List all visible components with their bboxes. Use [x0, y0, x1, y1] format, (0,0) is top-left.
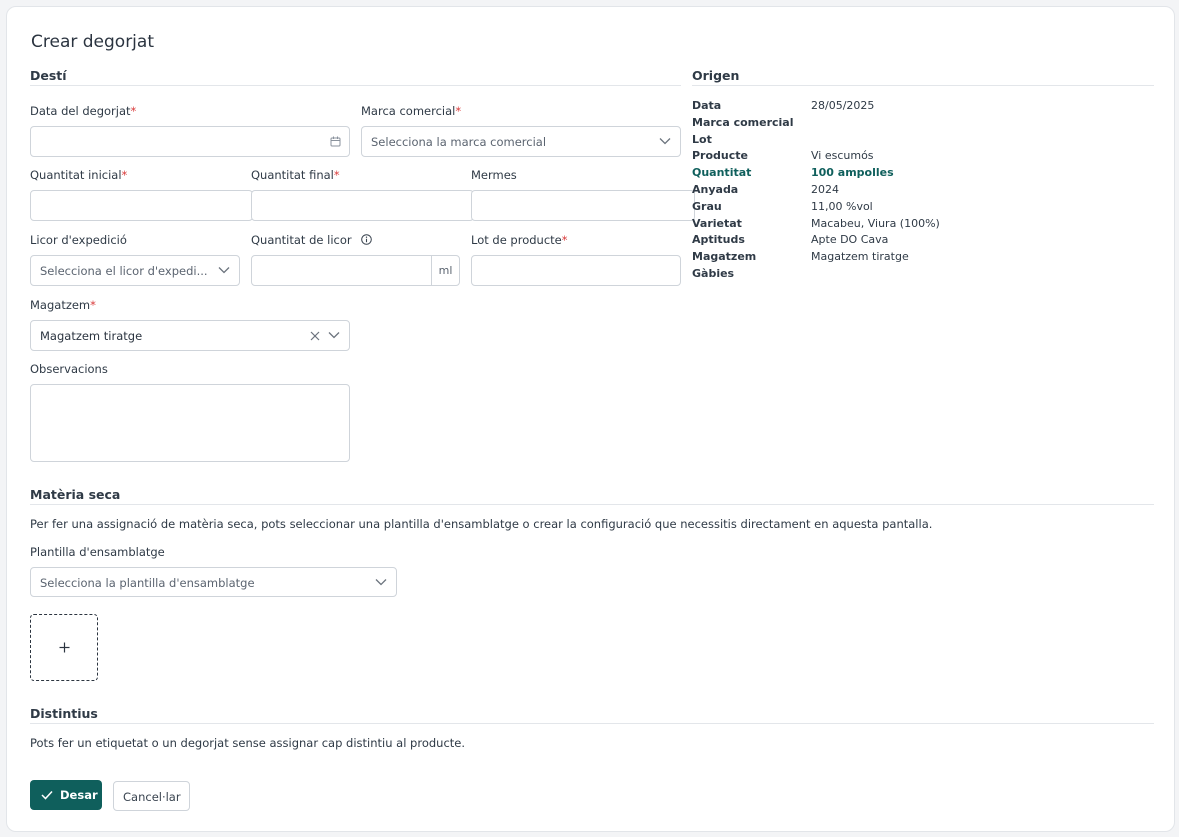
observacions-textarea[interactable] [30, 384, 350, 462]
origen-key-producte: Producte [692, 149, 748, 162]
plantilla-placeholder: Selecciona la plantilla d'ensamblatge [40, 576, 255, 590]
materia-description: Per fer una assignació de matèria seca, … [30, 517, 933, 531]
marca-comercial-label: Marca comercial* [361, 104, 462, 118]
marca-comercial-select[interactable]: Selecciona la marca comercial [361, 126, 681, 157]
chevron-down-icon [218, 267, 230, 274]
cancel-button[interactable]: Cancel·lar [113, 781, 190, 811]
origen-value-varietat: Macabeu, Viura (100%) [811, 217, 940, 230]
lot-producte-label: Lot de producte* [471, 233, 568, 247]
quantitat-licor-input[interactable]: ml [251, 255, 460, 286]
info-icon[interactable] [361, 234, 373, 245]
check-icon [41, 790, 53, 800]
add-materia-button[interactable] [30, 614, 98, 681]
origen-value-grau: 11,00 %vol [811, 200, 873, 213]
magatzem-value: Magatzem tiratge [40, 329, 143, 343]
origen-key-marca: Marca comercial [692, 116, 794, 129]
origen-key-anyada: Anyada [692, 183, 739, 196]
origen-key-grau: Grau [692, 200, 722, 213]
page-title: Crear degorjat [31, 32, 154, 52]
section-desti-heading: Destí [30, 68, 67, 83]
origen-key-data: Data [692, 99, 722, 112]
section-origen-divider [692, 85, 1154, 86]
origen-key-aptituds: Aptituds [692, 233, 745, 246]
section-distintius-heading: Distintius [30, 706, 98, 721]
section-materia-heading: Matèria seca [30, 487, 121, 502]
quantitat-final-label: Quantitat final* [251, 168, 340, 182]
quantitat-inicial-input[interactable] [30, 190, 253, 221]
origen-key-quantitat: Quantitat [692, 166, 752, 179]
magatzem-label: Magatzem* [30, 298, 96, 312]
mermes-input[interactable] [471, 190, 695, 221]
mermes-label: Mermes [471, 168, 517, 182]
section-materia-divider [30, 504, 1154, 505]
plus-icon [59, 642, 70, 653]
lot-producte-input[interactable] [471, 255, 681, 286]
origen-key-magatzem: Magatzem [692, 250, 757, 263]
chevron-down-icon [328, 332, 340, 339]
plantilla-select[interactable]: Selecciona la plantilla d'ensamblatge [30, 567, 397, 597]
section-distintius-divider [30, 723, 1154, 724]
marca-comercial-placeholder: Selecciona la marca comercial [371, 135, 547, 149]
plantilla-label: Plantilla d'ensamblatge [30, 545, 165, 559]
quantitat-licor-label: Quantitat de licor [251, 233, 373, 247]
form-card: Crear degorjat Destí Data del degorjat* … [6, 6, 1175, 832]
origen-value-data: 28/05/2025 [811, 99, 875, 112]
data-degorjat-input[interactable] [30, 126, 350, 157]
observacions-label: Observacions [30, 362, 108, 376]
unit-suffix: ml [431, 256, 459, 285]
origen-value-aptituds: Apte DO Cava [811, 233, 889, 246]
quantitat-final-input[interactable] [251, 190, 474, 221]
licor-expedicio-select[interactable]: Selecciona el licor d'expedi... [30, 255, 240, 286]
chevron-down-icon [659, 138, 671, 145]
origen-key-lot: Lot [692, 133, 712, 146]
quantitat-inicial-label: Quantitat inicial* [30, 168, 128, 182]
origen-value-magatzem: Magatzem tiratge [811, 250, 909, 263]
section-origen-heading: Origen [692, 68, 740, 83]
save-button-label: Desar [60, 788, 98, 802]
data-degorjat-label: Data del degorjat* [30, 104, 137, 118]
licor-expedicio-label: Licor d'expedició [30, 233, 127, 247]
origen-value-anyada: 2024 [811, 183, 839, 196]
cancel-button-label: Cancel·lar [123, 790, 181, 804]
origen-value-producte: Vi escumós [811, 149, 874, 162]
origen-key-varietat: Varietat [692, 217, 742, 230]
origen-value-quantitat: 100 ampolles [811, 166, 894, 179]
section-desti-divider [30, 85, 681, 86]
calendar-icon[interactable] [330, 136, 341, 147]
distintius-description: Pots fer un etiquetat o un degorjat sens… [30, 736, 466, 750]
licor-expedicio-placeholder: Selecciona el licor d'expedi... [40, 264, 208, 278]
clear-icon[interactable] [310, 331, 320, 341]
save-button[interactable]: Desar [30, 780, 102, 810]
origen-key-gabies: Gàbies [692, 267, 735, 280]
magatzem-select[interactable]: Magatzem tiratge [30, 320, 350, 351]
chevron-down-icon [375, 579, 387, 586]
